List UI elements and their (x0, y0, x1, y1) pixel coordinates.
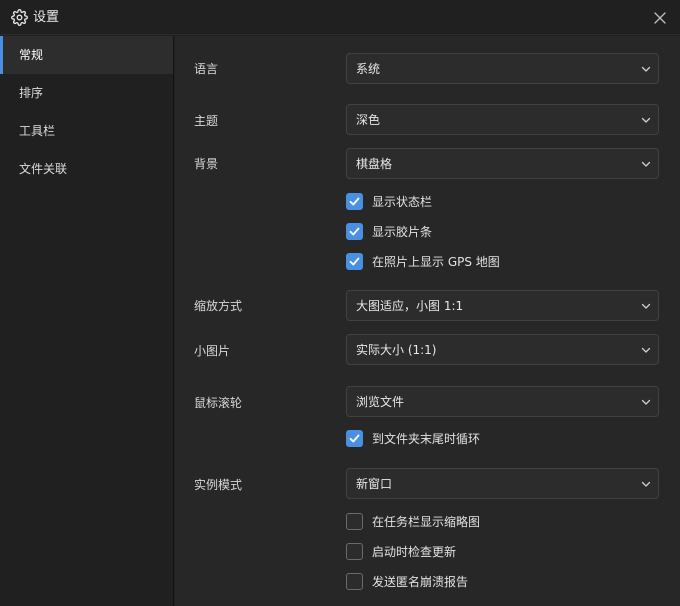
small-image-select[interactable]: 实际大小 (1:1) (346, 334, 659, 365)
theme-label: 主题 (194, 114, 219, 128)
show-statusbar-label: 显示状态栏 (372, 195, 433, 209)
theme-select[interactable]: 深色 (346, 104, 659, 135)
zoom-mode-value: 大图适应，小图 1:1 (356, 299, 464, 313)
mouse-wheel-value: 浏览文件 (356, 395, 405, 409)
sidebar-item-sorting[interactable]: 排序 (0, 74, 173, 112)
checkbox-checked[interactable] (346, 223, 363, 240)
title-bar: 设置 (0, 0, 680, 35)
zoom-mode-label: 缩放方式 (194, 299, 243, 313)
chevron-down-icon (641, 117, 651, 123)
sidebar-item-toolbar[interactable]: 工具栏 (0, 112, 173, 150)
checkbox-unchecked[interactable] (346, 543, 363, 560)
chevron-down-icon (641, 161, 651, 167)
small-image-value: 实际大小 (1:1) (356, 343, 437, 357)
background-value: 棋盘格 (356, 157, 393, 171)
zoom-mode-select[interactable]: 大图适应，小图 1:1 (346, 290, 659, 321)
show-filmstrip-label: 显示胶片条 (372, 225, 433, 239)
check-updates-label: 启动时检查更新 (372, 545, 457, 559)
instance-mode-value: 新窗口 (356, 477, 393, 491)
sidebar-item-file-associations[interactable]: 文件关联 (0, 150, 173, 188)
close-button[interactable] (649, 7, 671, 29)
background-label: 背景 (194, 157, 219, 171)
loop-at-end-label: 到文件夹末尾时循环 (372, 432, 481, 446)
chevron-down-icon (641, 66, 651, 72)
checkmark-icon (349, 197, 360, 206)
sidebar-item-general[interactable]: 常规 (0, 36, 173, 74)
gear-icon (11, 9, 28, 26)
chevron-down-icon (641, 399, 651, 405)
mouse-wheel-label: 鼠标滚轮 (194, 396, 243, 410)
chevron-down-icon (641, 481, 651, 487)
checkbox-checked[interactable] (346, 193, 363, 210)
checkbox-unchecked[interactable] (346, 573, 363, 590)
language-label: 语言 (194, 62, 219, 76)
chevron-down-icon (641, 347, 651, 353)
theme-value: 深色 (356, 113, 381, 127)
small-image-label: 小图片 (194, 344, 231, 358)
checkbox-checked[interactable] (346, 430, 363, 447)
checkmark-icon (349, 257, 360, 266)
background-select[interactable]: 棋盘格 (346, 148, 659, 179)
show-gps-map-label: 在照片上显示 GPS 地图 (372, 255, 500, 269)
language-select[interactable]: 系统 (346, 53, 659, 84)
instance-mode-select[interactable]: 新窗口 (346, 468, 659, 499)
checkmark-icon (349, 227, 360, 236)
instance-mode-label: 实例模式 (194, 478, 243, 492)
window-title: 设置 (33, 10, 60, 25)
settings-window: 设置 常规 排序 工具栏 文件关联 语言 系统 主题 深色 背景 棋盘格 显示状… (0, 0, 680, 606)
send-crash-reports-label: 发送匿名崩溃报告 (372, 575, 469, 589)
checkbox-checked[interactable] (346, 253, 363, 270)
checkbox-unchecked[interactable] (346, 513, 363, 530)
close-icon (654, 12, 666, 24)
sidebar: 常规 排序 工具栏 文件关联 (0, 36, 174, 606)
checkmark-icon (349, 434, 360, 443)
language-value: 系统 (356, 62, 381, 76)
chevron-down-icon (641, 303, 651, 309)
taskbar-thumbnail-label: 在任务栏显示缩略图 (372, 515, 481, 529)
mouse-wheel-select[interactable]: 浏览文件 (346, 386, 659, 417)
settings-panel: 语言 系统 主题 深色 背景 棋盘格 显示状态栏 显示胶片条 在照片上显示 GP… (175, 36, 680, 606)
